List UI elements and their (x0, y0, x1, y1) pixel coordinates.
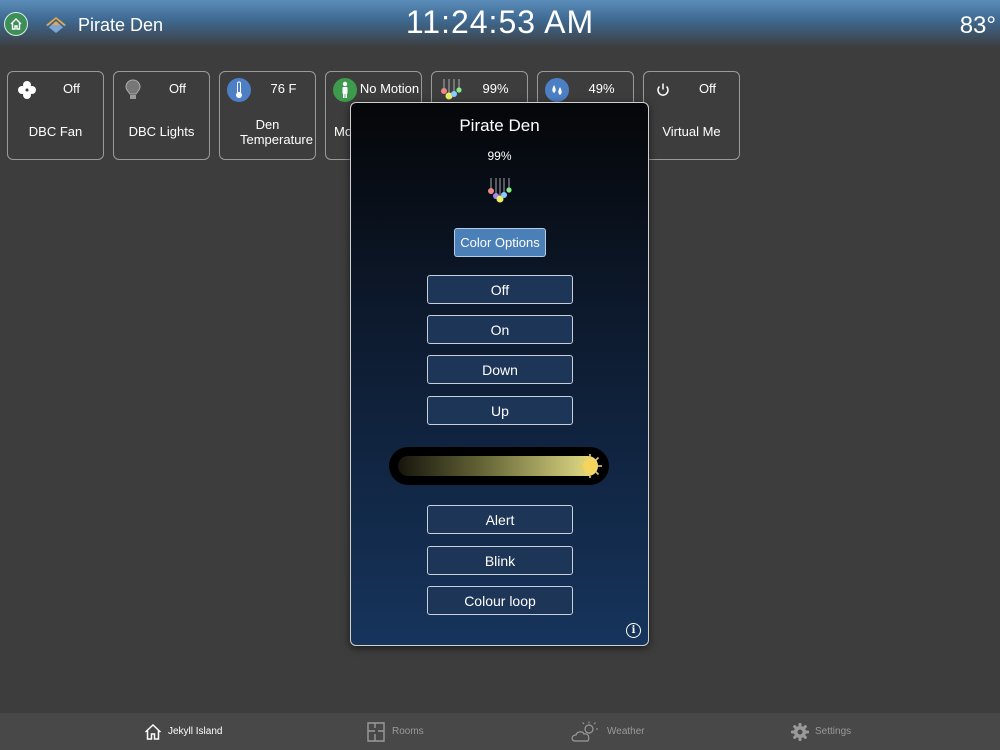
nav-label: Rooms (392, 726, 424, 737)
home-icon (144, 723, 162, 740)
nav-settings[interactable]: Settings (791, 713, 851, 750)
tile-den-temperature[interactable]: 76 F Den Temperature (219, 71, 316, 160)
nav-label: Settings (815, 726, 852, 737)
top-header: Pirate Den 11:24:53 AM 83° (0, 0, 1000, 48)
tile-name: Den Temperature (240, 117, 313, 147)
tile-status: 49% (588, 81, 615, 96)
tile-status: Off (62, 81, 81, 96)
water-drops-icon (544, 77, 570, 103)
tile-name: Virtual Me (662, 124, 721, 139)
person-icon (332, 77, 358, 103)
fan-icon (14, 77, 40, 103)
tile-name: DBC Lights (128, 124, 195, 139)
color-bulbs-icon (488, 178, 512, 203)
outside-temperature: 83° (959, 12, 996, 39)
floorplan-icon (367, 721, 385, 742)
color-options-button[interactable]: Color Options (454, 228, 546, 257)
nav-label: Weather (607, 726, 645, 737)
info-icon[interactable]: i (626, 623, 641, 638)
popup-title: Pirate Den (459, 116, 540, 135)
on-button[interactable]: On (427, 315, 573, 344)
alert-button[interactable]: Alert (427, 505, 573, 534)
tile-dbc-lights[interactable]: Off DBC Lights (113, 71, 210, 160)
bottom-nav: Jekyll Island Rooms Weather Settings (0, 713, 1000, 750)
brightness-slider[interactable] (389, 447, 609, 485)
tile-dbc-fan[interactable]: Off DBC Fan (7, 71, 104, 160)
clock: 11:24:53 AM (405, 4, 595, 40)
colour-loop-button[interactable]: Colour loop (427, 586, 573, 615)
tile-name: DBC Fan (28, 124, 83, 139)
tile-status: 99% (482, 81, 509, 96)
tile-status: Off (698, 81, 717, 96)
nav-rooms[interactable]: Rooms (366, 713, 424, 750)
up-button[interactable]: Up (427, 396, 573, 425)
tile-status: 76 F (270, 81, 297, 96)
sun-icon[interactable] (577, 453, 603, 479)
blink-button[interactable]: Blink (427, 546, 573, 575)
light-bulb-icon (120, 77, 146, 103)
thermometer-icon (226, 77, 252, 103)
tile-status: Off (168, 81, 187, 96)
power-icon (650, 77, 676, 103)
nav-weather[interactable]: Weather (571, 713, 645, 750)
off-button[interactable]: Off (427, 275, 573, 304)
nav-jekyll-island[interactable]: Jekyll Island (144, 713, 222, 750)
gear-icon (791, 722, 809, 741)
tile-virtual-me[interactable]: Off Virtual Me (643, 71, 740, 160)
tile-status: No Motion (359, 81, 420, 96)
device-popup: Pirate Den 99% Color Options Off On Down… (350, 102, 649, 646)
nav-label: Jekyll Island (168, 726, 223, 737)
popup-level: 99% (487, 149, 512, 163)
down-button[interactable]: Down (427, 355, 573, 384)
slider-fill (398, 456, 598, 476)
color-bulbs-icon (438, 77, 464, 103)
cloud-sun-icon (571, 721, 598, 742)
